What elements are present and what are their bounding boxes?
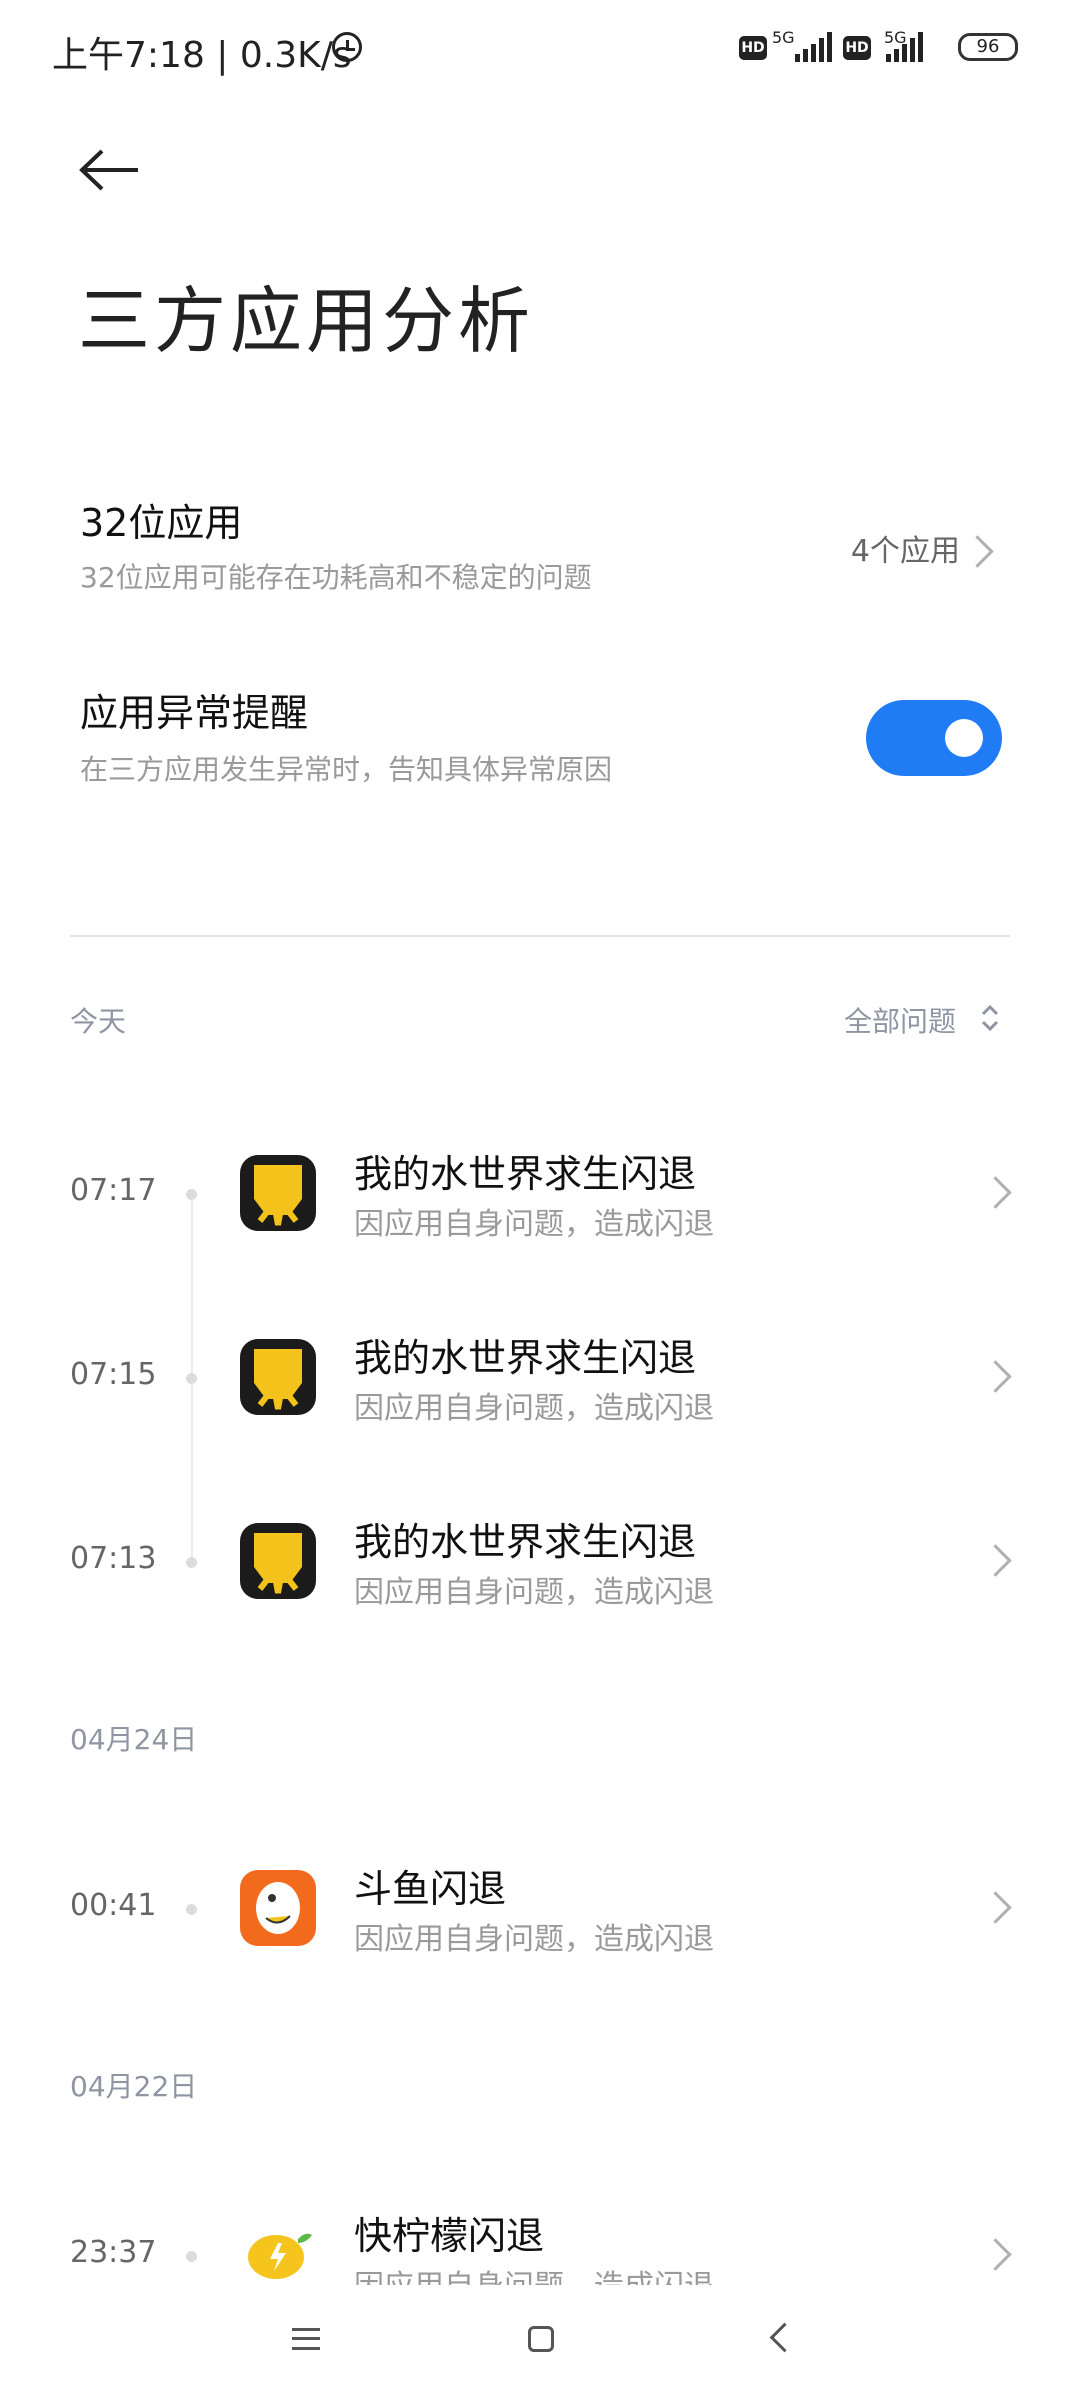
anomaly-alert-toggle[interactable] <box>866 700 1002 776</box>
item-title: 我的水世界求生闪退 <box>354 1336 697 1380</box>
item-reason: 因应用自身问题，造成闪退 <box>354 1575 714 1610</box>
apps32-row[interactable]: 32位应用 32位应用可能存在功耗高和不稳定的问题 4个应用 <box>0 480 1080 610</box>
hd-badge-sim1: HD <box>739 36 767 60</box>
alarm-clock-icon <box>332 32 362 62</box>
timeline-dot <box>186 1373 197 1384</box>
list-item[interactable]: 23:37 快柠檬闪退 因应用自身问题，造成闪退 <box>0 2195 1080 2285</box>
page-title: 三方应用分析 <box>78 279 535 363</box>
menu-icon[interactable] <box>292 2328 320 2350</box>
chevron-right-icon <box>979 1544 1012 1577</box>
item-title: 快柠檬闪退 <box>354 2214 545 2258</box>
anomaly-alert-subtitle: 在三方应用发生异常时，告知具体异常原因 <box>80 753 613 786</box>
list-item[interactable]: 07:17 我的水世界求生闪退 因应用自身问题，造成闪退 <box>0 1133 1080 1253</box>
item-title: 我的水世界求生闪退 <box>354 1152 697 1196</box>
section-label-date: 04月24日 <box>70 1723 198 1756</box>
timeline-dot <box>186 1189 197 1200</box>
status-time-speed: 上午7:18 | 0.3K/s <box>52 35 352 76</box>
list-item[interactable]: 07:13 我的水世界求生闪退 因应用自身问题，造成闪退 <box>0 1501 1080 1621</box>
timeline-dot <box>186 2251 197 2262</box>
section-label-today: 今天 <box>70 1005 127 1038</box>
apps32-count: 4个应用 <box>850 534 960 569</box>
chevron-right-icon <box>979 1176 1012 1209</box>
sort-updown-icon[interactable] <box>980 1003 1000 1033</box>
item-time: 07:13 <box>70 1541 157 1576</box>
item-reason: 因应用自身问题，造成闪退 <box>354 1391 714 1426</box>
signal-icon-sim2 <box>886 32 923 62</box>
apps32-subtitle: 32位应用可能存在功耗高和不稳定的问题 <box>80 561 592 594</box>
hd-badge-sim2: HD <box>843 36 871 60</box>
water-world-app-icon <box>240 1523 316 1599</box>
item-time: 07:17 <box>70 1173 157 1208</box>
network-type-sim1: 5G <box>772 28 795 47</box>
chevron-right-icon <box>979 1360 1012 1393</box>
item-time: 23:37 <box>70 2235 157 2270</box>
item-reason: 因应用自身问题，造成闪退 <box>354 2261 714 2285</box>
signal-icon-sim1 <box>795 32 832 62</box>
item-title: 我的水世界求生闪退 <box>354 1520 697 1564</box>
timeline-dot <box>186 1557 197 1568</box>
chevron-right-icon <box>979 1891 1012 1924</box>
timeline-dot <box>186 1904 197 1915</box>
water-world-app-icon <box>240 1339 316 1415</box>
toggle-knob <box>945 719 983 757</box>
chevron-right-icon <box>961 535 994 568</box>
apps32-title: 32位应用 <box>80 501 243 545</box>
item-time: 07:15 <box>70 1357 157 1392</box>
water-world-app-icon <box>240 1155 316 1231</box>
chevron-right-icon <box>979 2238 1012 2271</box>
home-icon[interactable] <box>528 2326 554 2352</box>
divider <box>70 935 1010 937</box>
list-item[interactable]: 00:41 斗鱼闪退 因应用自身问题，造成闪退 <box>0 1848 1080 1968</box>
item-reason: 因应用自身问题，造成闪退 <box>354 1922 714 1957</box>
douyu-app-icon <box>240 1870 316 1946</box>
item-title: 斗鱼闪退 <box>354 1867 507 1911</box>
item-time: 00:41 <box>70 1888 157 1923</box>
lemon-app-icon <box>240 2217 316 2285</box>
section-label-date: 04月22日 <box>70 2070 198 2103</box>
back-arrow-icon[interactable] <box>78 148 140 192</box>
list-item[interactable]: 07:15 我的水世界求生闪退 因应用自身问题，造成闪退 <box>0 1317 1080 1437</box>
item-reason: 因应用自身问题，造成闪退 <box>354 1207 714 1242</box>
filter-dropdown[interactable]: 全部问题 <box>844 1000 956 1040</box>
anomaly-alert-title: 应用异常提醒 <box>80 691 309 735</box>
battery-icon: 96 <box>958 33 1018 61</box>
